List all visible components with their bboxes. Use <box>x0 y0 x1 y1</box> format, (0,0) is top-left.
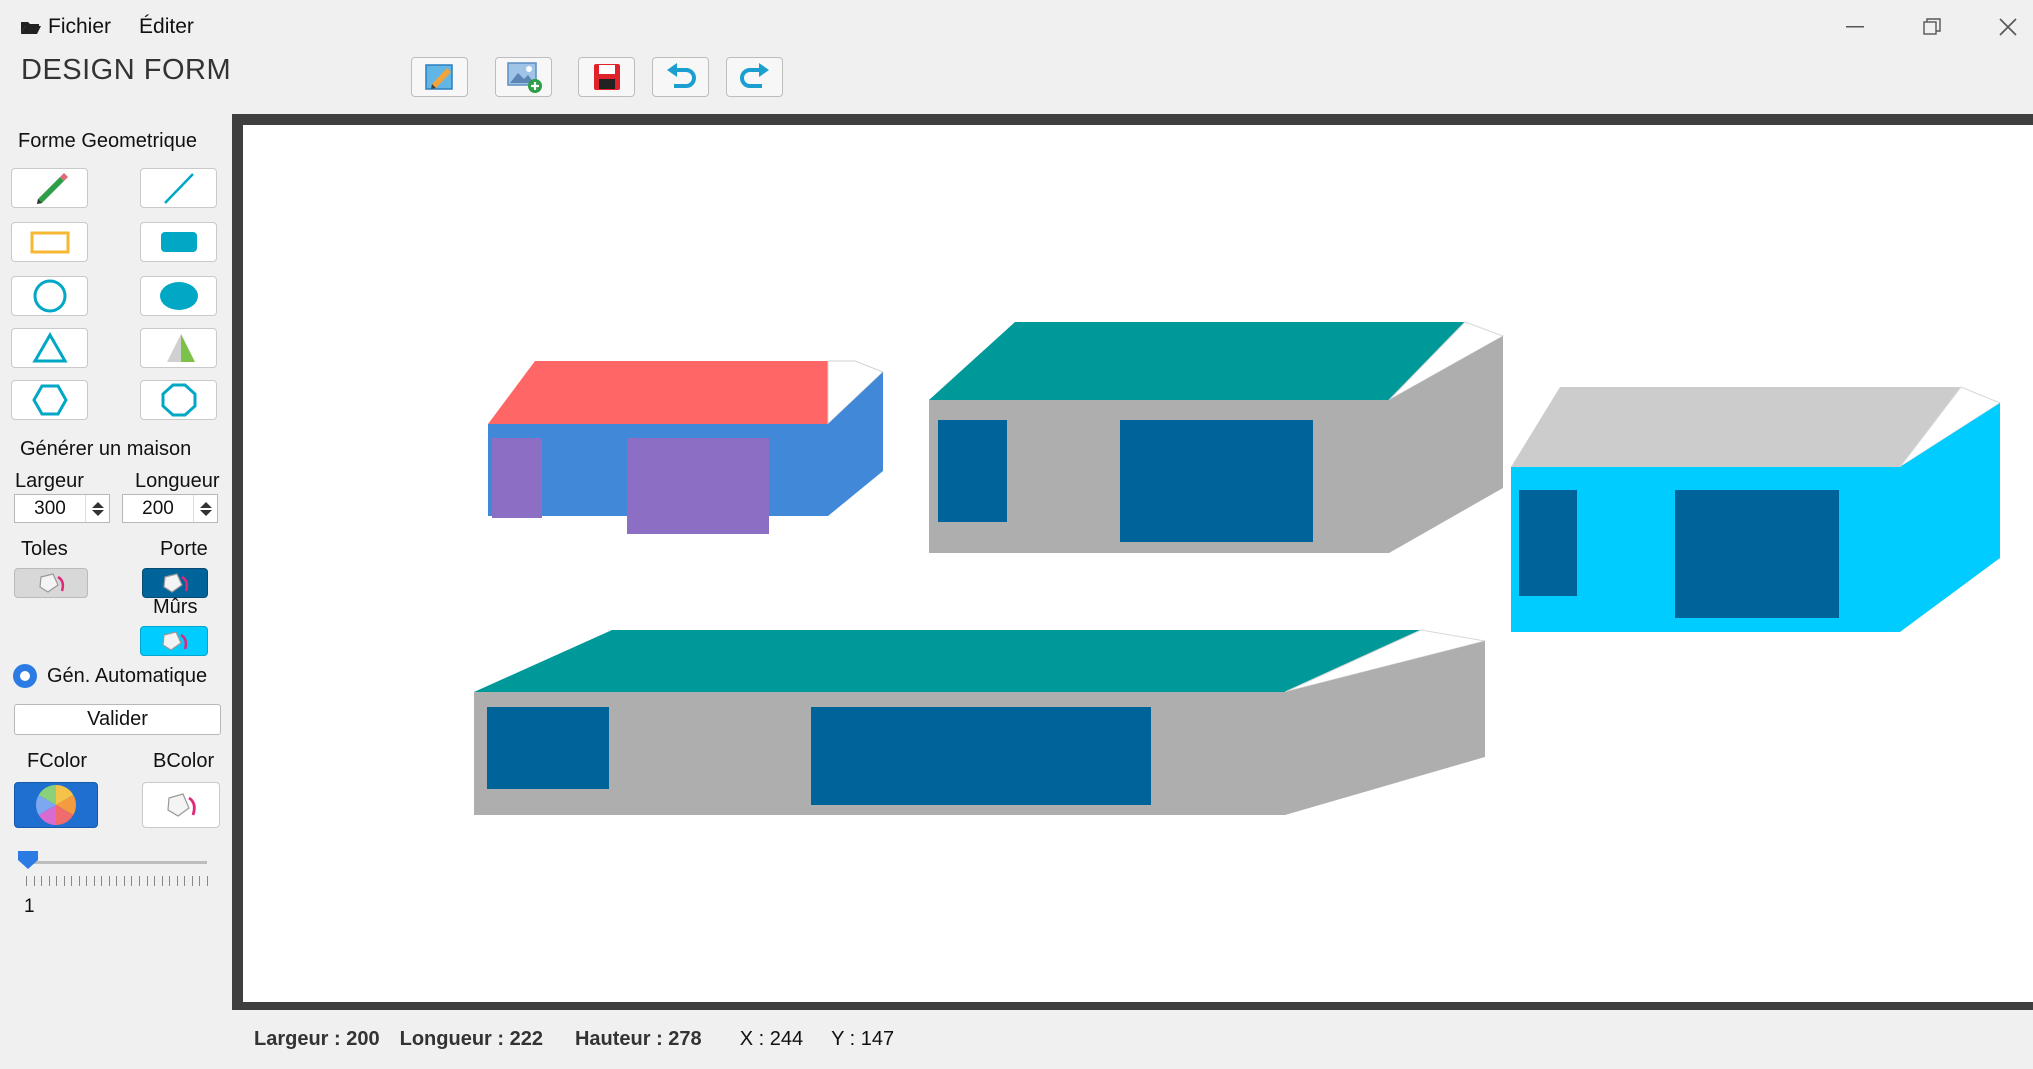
status-y: Y : 147 <box>831 1028 895 1050</box>
triangle-tool-button[interactable] <box>11 328 88 368</box>
paint-bucket-icon <box>163 573 189 593</box>
undo-button[interactable] <box>652 57 709 97</box>
circle-icon <box>33 279 66 313</box>
add-image-button[interactable] <box>495 57 552 97</box>
color-wheel-icon <box>36 785 76 825</box>
auto-generate-option[interactable]: Gén. Automatique <box>13 664 207 688</box>
pencil-icon <box>36 173 68 204</box>
walls-label: Mûrs <box>153 596 198 618</box>
line-tool-button[interactable] <box>140 168 217 208</box>
circle-tool-button[interactable] <box>11 276 88 316</box>
bcolor-label: BColor <box>153 750 215 772</box>
door-label: Porte <box>160 538 208 560</box>
house-drawing[interactable] <box>1511 386 2002 632</box>
slider-ticks <box>26 876 208 888</box>
edit-button[interactable] <box>411 57 468 97</box>
width-value: 300 <box>34 497 66 519</box>
house-section-title: Générer un maison <box>20 438 192 460</box>
brush-size-value: 1 <box>24 896 35 917</box>
restore-button[interactable] <box>1907 10 1957 44</box>
add-image-icon <box>506 62 542 93</box>
filled-rounded-rectangle-icon <box>160 232 197 252</box>
filled-ellipse-icon <box>159 282 198 310</box>
validate-button[interactable]: Valider <box>14 704 221 735</box>
roof-color-button[interactable] <box>14 568 88 598</box>
updown-arrow-icon <box>199 501 212 516</box>
minimize-button[interactable] <box>1830 10 1880 44</box>
door-color-button[interactable] <box>142 568 208 598</box>
house-drawing[interactable] <box>488 360 884 534</box>
undo-icon <box>666 63 696 88</box>
sidebar: Forme Geometrique Générer un maison Larg… <box>0 118 230 1069</box>
rectangle-tool-button[interactable] <box>11 222 88 262</box>
house-drawing[interactable] <box>474 629 1486 815</box>
house-drawing[interactable] <box>929 321 1505 553</box>
close-icon <box>1999 18 2017 36</box>
pyramid-tool-button[interactable] <box>140 328 217 368</box>
length-label: Longueur <box>135 470 220 492</box>
bcolor-button[interactable] <box>142 782 220 828</box>
filled-ellipse-tool-button[interactable] <box>140 276 217 316</box>
paint-bucket-icon <box>162 631 188 651</box>
restore-icon <box>1923 18 1941 35</box>
length-stepper[interactable]: 200 <box>122 494 218 523</box>
status-length: Longueur : 222 <box>399 1028 543 1050</box>
menu-bar: Fichier Éditer <box>20 12 194 42</box>
menu-edit[interactable]: Éditer <box>139 12 194 42</box>
length-stepper-arrows[interactable] <box>193 495 217 522</box>
drawing-canvas[interactable] <box>243 125 2033 1002</box>
menu-file[interactable]: Fichier <box>20 12 111 42</box>
paint-bucket-icon <box>39 573 65 593</box>
brush-size-slider-track[interactable] <box>24 861 207 864</box>
edit-icon <box>424 64 453 90</box>
menu-file-label: Fichier <box>48 15 112 38</box>
width-label: Largeur <box>15 470 84 492</box>
status-x: X : 244 <box>739 1028 804 1050</box>
drawing-surface[interactable] <box>243 125 2033 1002</box>
menu-edit-label: Éditer <box>139 15 194 38</box>
triangle-icon <box>31 331 68 363</box>
octagon-icon <box>161 383 196 417</box>
rectangle-icon <box>30 231 69 254</box>
filled-rectangle-tool-button[interactable] <box>140 222 217 262</box>
pencil-tool-button[interactable] <box>11 168 88 208</box>
status-height: Hauteur : 278 <box>574 1028 702 1050</box>
hexagon-tool-button[interactable] <box>11 380 88 420</box>
width-stepper[interactable]: 300 <box>14 494 110 523</box>
minimize-icon <box>1846 26 1864 28</box>
paint-bucket-icon <box>167 793 196 817</box>
auto-generate-label: Gén. Automatique <box>47 664 208 687</box>
fcolor-label: FColor <box>27 750 88 772</box>
save-icon <box>593 64 620 90</box>
walls-color-button[interactable] <box>140 626 208 656</box>
shapes-title: Forme Geometrique <box>18 130 197 152</box>
fcolor-button[interactable] <box>14 782 98 828</box>
roof-label: Toles <box>21 538 68 560</box>
status-width: Largeur : 200 <box>254 1028 380 1050</box>
hexagon-icon <box>31 384 68 416</box>
width-stepper-arrows[interactable] <box>85 495 109 522</box>
octagon-tool-button[interactable] <box>140 380 217 420</box>
redo-icon <box>739 63 769 88</box>
folder-icon <box>21 22 41 34</box>
brush-size-slider-thumb[interactable] <box>17 850 39 870</box>
redo-button[interactable] <box>726 57 783 97</box>
length-value: 200 <box>142 497 174 519</box>
app-title: DESIGN FORM <box>21 54 232 86</box>
updown-arrow-icon <box>91 501 104 516</box>
auto-generate-radio[interactable] <box>13 664 37 688</box>
line-icon <box>163 173 194 204</box>
pyramid-icon <box>166 334 195 362</box>
status-bar: Largeur : 200 Longueur : 222 Hauteur : 2… <box>243 1010 2033 1069</box>
save-button[interactable] <box>578 57 635 97</box>
close-button[interactable] <box>1983 10 2033 44</box>
